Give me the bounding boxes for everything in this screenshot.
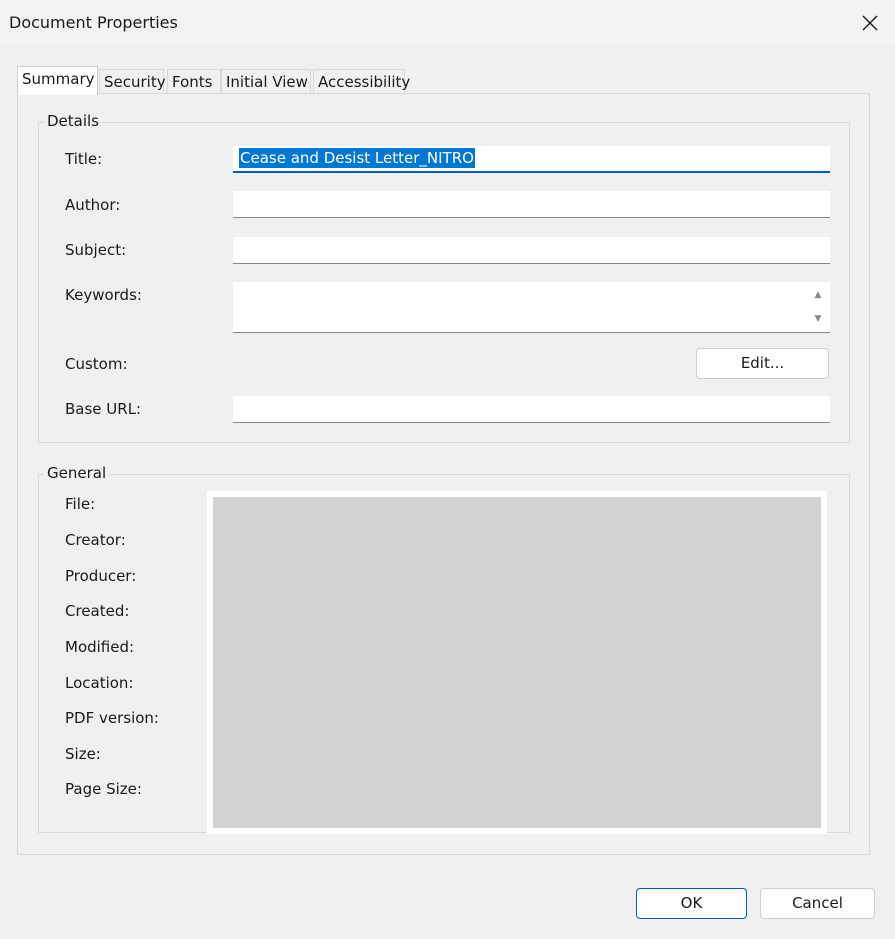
tab-accessibility[interactable]: Accessibility [313, 69, 410, 94]
creator-label: Creator: [65, 531, 126, 549]
base-url-input[interactable] [233, 396, 830, 423]
title-value: Cease and Desist Letter_NITRO [239, 148, 475, 168]
edit-custom-button[interactable]: Edit... [696, 348, 829, 379]
title-bar: Document Properties [0, 0, 895, 46]
author-label: Author: [65, 196, 121, 214]
keywords-label: Keywords: [65, 286, 142, 304]
general-values-box [207, 491, 827, 834]
page-size-label: Page Size: [65, 780, 142, 798]
ok-button[interactable]: OK [636, 888, 747, 919]
created-label: Created: [65, 602, 130, 620]
size-label: Size: [65, 745, 101, 763]
producer-label: Producer: [65, 567, 137, 585]
scroll-up-arrow-icon[interactable]: ▲ [812, 289, 824, 301]
scroll-down-arrow-icon[interactable]: ▼ [812, 313, 824, 325]
close-icon [862, 15, 878, 31]
pdf-version-label: PDF version: [65, 709, 159, 727]
author-input[interactable] [233, 191, 830, 218]
file-label: File: [65, 495, 96, 513]
title-label: Title: [65, 150, 103, 168]
tab-initial-view[interactable]: Initial View [221, 69, 311, 94]
location-label: Location: [65, 674, 134, 692]
tab-security[interactable]: Security [99, 69, 166, 94]
cancel-button[interactable]: Cancel [760, 888, 875, 919]
keywords-textarea[interactable]: ▲ ▼ [233, 282, 830, 333]
tab-summary[interactable]: Summary [17, 66, 98, 95]
modified-label: Modified: [65, 638, 135, 656]
redacted-values [213, 497, 821, 828]
tab-fonts[interactable]: Fonts [167, 69, 221, 94]
window-title: Document Properties [9, 13, 178, 32]
general-legend: General [44, 464, 110, 482]
base-url-label: Base URL: [65, 400, 142, 418]
subject-input[interactable] [233, 237, 830, 264]
close-button[interactable] [855, 8, 885, 38]
custom-label: Custom: [65, 355, 128, 373]
subject-label: Subject: [65, 241, 127, 259]
details-legend: Details [44, 112, 103, 130]
